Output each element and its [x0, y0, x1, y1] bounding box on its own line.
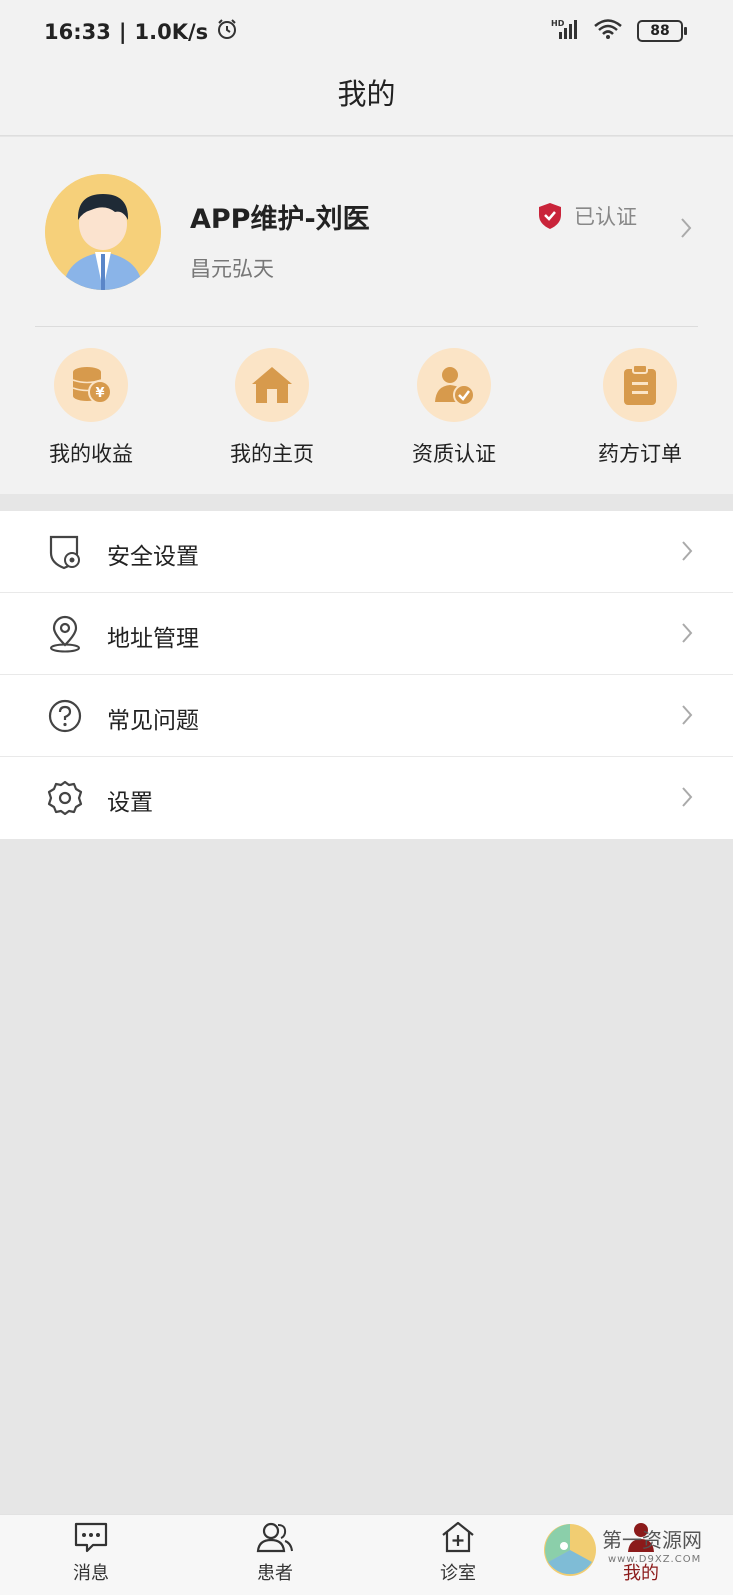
status-time: 16:33 — [44, 19, 111, 44]
tab-label: 患者 — [257, 1563, 293, 1584]
verified-status: 已认证 — [538, 201, 637, 231]
chevron-right-icon — [681, 704, 693, 730]
chevron-right-icon — [681, 786, 693, 812]
status-right: HD 88 — [551, 18, 687, 44]
tab-clinic[interactable]: 诊室 — [408, 1521, 508, 1585]
tab-patients[interactable]: 患者 — [225, 1521, 325, 1585]
page-title: 我的 — [337, 77, 396, 111]
verified-label: 已认证 — [574, 205, 637, 229]
menu-item-security-settings[interactable]: 安全设置 — [0, 511, 733, 593]
tab-label: 诊室 — [440, 1563, 476, 1584]
settings-menu: 安全设置 地址管理 常见问题 设置 — [0, 511, 733, 839]
profile-chevron-right-icon[interactable] — [680, 217, 692, 243]
profile-section: APP维护-刘医 昌元弘天 已认证 ¥ 我的收益 我的主页 资质认证 药方订单 — [0, 137, 733, 494]
wifi-icon — [593, 18, 623, 44]
shield-settings-icon — [46, 533, 84, 571]
menu-label: 安全设置 — [107, 544, 199, 570]
user-name: APP维护-刘医 — [190, 204, 370, 235]
message-icon — [74, 1522, 108, 1553]
quick-action-homepage[interactable]: 我的主页 — [197, 348, 347, 468]
quick-action-qualification[interactable]: 资质认证 — [379, 348, 529, 468]
tab-messages[interactable]: 消息 — [41, 1521, 141, 1585]
watermark: 第一资源网 www.D9XZ.COM — [540, 1518, 730, 1588]
profile-divider — [35, 326, 698, 327]
chevron-right-icon — [681, 622, 693, 648]
quick-action-earnings[interactable]: ¥ 我的收益 — [16, 348, 166, 468]
organization-name: 昌元弘天 — [190, 257, 274, 281]
watermark-logo — [544, 1524, 596, 1576]
network-speed: 1.0K/s — [134, 19, 209, 44]
status-left: 16:33 | 1.0K/s — [44, 18, 238, 45]
watermark-url: www.D9XZ.COM — [608, 1554, 702, 1565]
menu-item-address-management[interactable]: 地址管理 — [0, 593, 733, 675]
nav-bar: 我的 — [0, 62, 733, 136]
alarm-icon — [216, 18, 238, 45]
doctor-avatar-icon — [45, 174, 161, 290]
quick-action-label: 资质认证 — [412, 442, 496, 466]
status-bar: 16:33 | 1.0K/s HD 88 — [0, 0, 733, 62]
question-icon — [46, 697, 84, 735]
chevron-right-icon — [681, 540, 693, 566]
battery-icon: 88 — [637, 20, 687, 42]
quick-action-prescription-orders[interactable]: 药方订单 — [565, 348, 715, 468]
tab-label: 消息 — [73, 1563, 109, 1584]
menu-label: 地址管理 — [107, 626, 199, 652]
signal-icon: HD — [551, 18, 579, 44]
verified-shield-icon — [539, 203, 561, 229]
menu-item-faq[interactable]: 常见问题 — [0, 675, 733, 757]
clinic-icon — [442, 1521, 474, 1553]
quick-action-label: 我的收益 — [49, 442, 133, 466]
watermark-text: 第一资源网 — [602, 1528, 702, 1552]
patients-icon — [256, 1522, 293, 1553]
location-icon — [46, 615, 84, 653]
clipboard-icon — [603, 348, 677, 422]
user-check-icon — [417, 348, 491, 422]
quick-action-label: 我的主页 — [230, 442, 314, 466]
menu-label: 设置 — [107, 790, 153, 816]
coins-icon: ¥ — [54, 348, 128, 422]
quick-action-label: 药方订单 — [598, 442, 682, 466]
avatar[interactable] — [45, 174, 161, 290]
svg-text:HD: HD — [551, 19, 565, 28]
menu-item-settings[interactable]: 设置 — [0, 757, 733, 839]
menu-label: 常见问题 — [107, 708, 199, 734]
status-separator: | — [118, 19, 127, 44]
svg-text:¥: ¥ — [95, 386, 104, 401]
home-icon — [235, 348, 309, 422]
gear-icon — [46, 779, 84, 817]
